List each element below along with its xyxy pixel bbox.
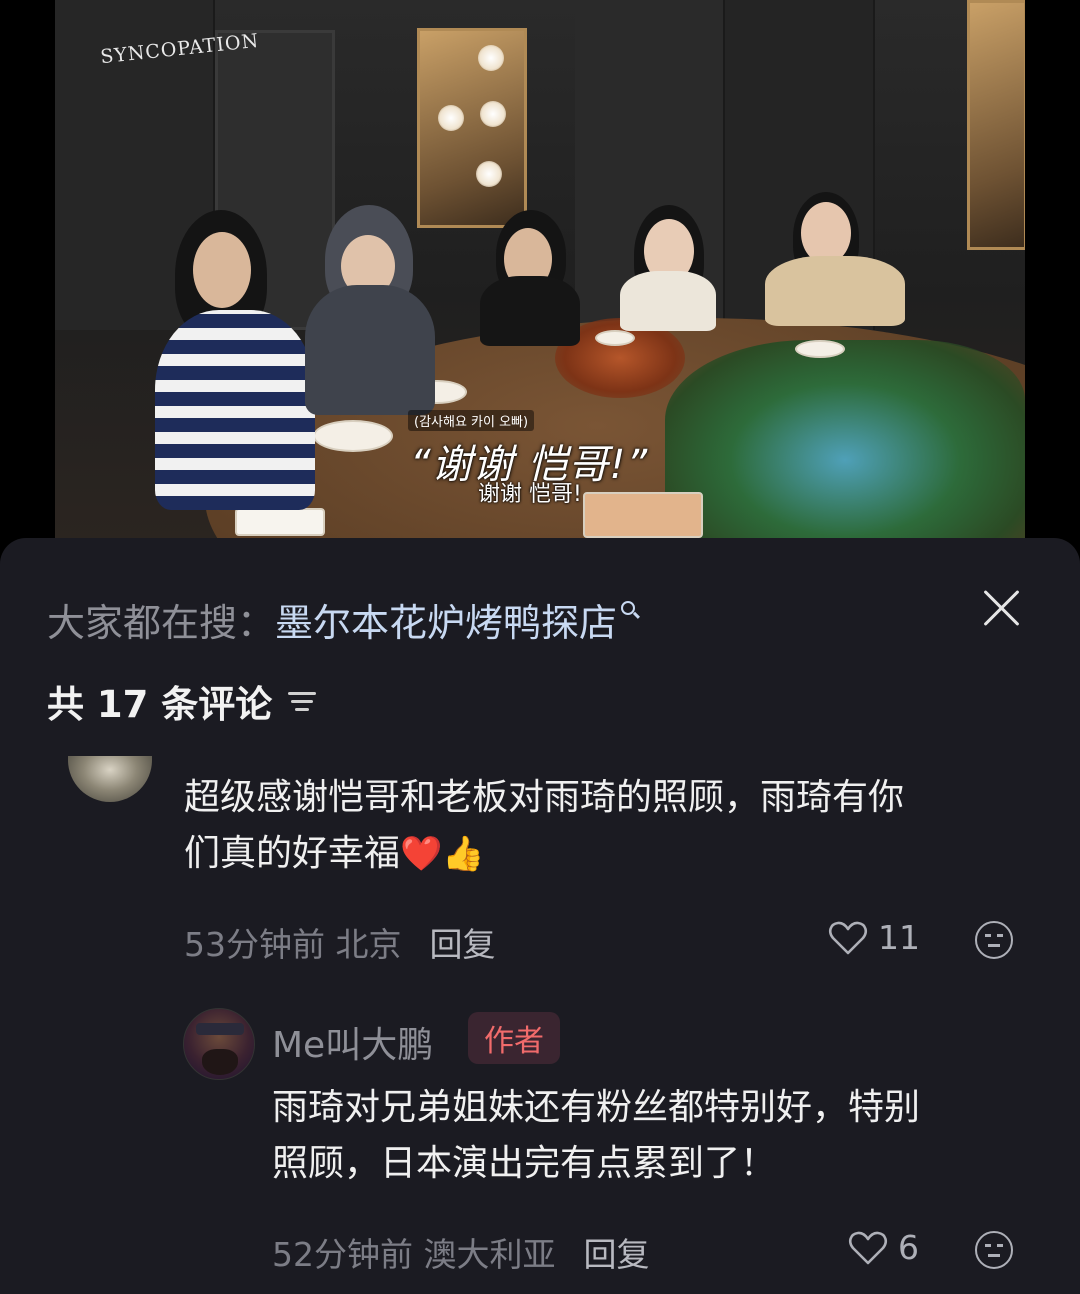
author-name[interactable]: Me叫大鹏 bbox=[272, 1016, 433, 1068]
video-player[interactable]: SYNCOPATION (감사해요 카이 오빠) “谢谢 恺哥!” 谢谢 恺哥! bbox=[55, 0, 1025, 538]
subtitle-chinese: 谢谢 恺哥! bbox=[478, 482, 582, 507]
tissue-box bbox=[583, 492, 703, 538]
comment-text-line: 超级感谢恺哥和老板对雨琦的照顾，雨琦有你 bbox=[184, 777, 905, 818]
comment-text-line: 们真的好幸福❤️👍 bbox=[184, 826, 904, 882]
wall-lamp bbox=[967, 0, 1025, 250]
dislike-icon[interactable] bbox=[975, 921, 1013, 959]
search-icon[interactable] bbox=[621, 600, 636, 615]
thumbs-up-emoji: 👍 bbox=[442, 834, 485, 874]
comment-time-location: 53分钟前 北京 bbox=[184, 925, 402, 964]
comment-text: 超级感谢恺哥和老板对雨琦的照顾，雨琦有你 们真的好幸福❤️👍 bbox=[184, 770, 904, 882]
comment-meta: 52分钟前 澳大利亚 回复 bbox=[272, 1228, 649, 1276]
reply-button[interactable]: 回复 bbox=[583, 1228, 649, 1276]
comment-text: 雨琦对兄弟姐妹还有粉丝都特别好，特别 照顾，日本演出完有点累到了！ bbox=[272, 1080, 920, 1192]
like-count: 11 bbox=[878, 918, 920, 957]
comment-text-line: 雨琦对兄弟姐妹还有粉丝都特别好，特别 bbox=[272, 1087, 921, 1128]
heart-icon bbox=[848, 1231, 888, 1264]
like-button[interactable]: 6 bbox=[848, 1228, 919, 1267]
trending-search[interactable]: 大家都在搜： 墨尔本花炉烤鸭探店 bbox=[47, 592, 636, 647]
like-button[interactable]: 11 bbox=[828, 918, 920, 957]
heart-emoji: ❤️ bbox=[400, 834, 443, 874]
avatar[interactable] bbox=[68, 756, 152, 802]
comment-text-line: 照顾，日本演出完有点累到了！ bbox=[272, 1143, 777, 1184]
comment-text-line2: 们真的好幸福 bbox=[184, 833, 401, 874]
plate bbox=[313, 420, 393, 452]
dislike-icon[interactable] bbox=[975, 1231, 1013, 1269]
subtitle-korean: (감사해요 카이 오빠) bbox=[408, 410, 535, 431]
table-garden bbox=[665, 340, 1025, 538]
trending-search-query[interactable]: 墨尔本花炉烤鸭探店 bbox=[275, 592, 617, 647]
reply-button[interactable]: 回复 bbox=[429, 918, 495, 966]
wall-lamp bbox=[417, 28, 527, 228]
plate bbox=[795, 340, 845, 358]
comments-header: 共 17 条评论 bbox=[47, 674, 317, 728]
heart-icon bbox=[828, 921, 868, 954]
sort-icon[interactable] bbox=[288, 690, 317, 712]
like-count: 6 bbox=[898, 1228, 919, 1267]
comment-time-location: 52分钟前 澳大利亚 bbox=[272, 1235, 556, 1274]
napkin bbox=[235, 508, 325, 536]
plate bbox=[595, 330, 635, 346]
author-badge: 作者 bbox=[468, 1012, 560, 1064]
comment-meta: 53分钟前 北京 回复 bbox=[184, 918, 495, 966]
author-avatar[interactable] bbox=[183, 1008, 255, 1080]
trending-search-prefix: 大家都在搜： bbox=[47, 601, 276, 645]
comment-count: 共 17 条评论 bbox=[47, 683, 273, 726]
close-button[interactable] bbox=[980, 586, 1022, 628]
comment-sheet: 大家都在搜： 墨尔本花炉烤鸭探店 共 17 条评论 超级感谢恺哥和老板对雨琦的照… bbox=[0, 538, 1080, 1294]
